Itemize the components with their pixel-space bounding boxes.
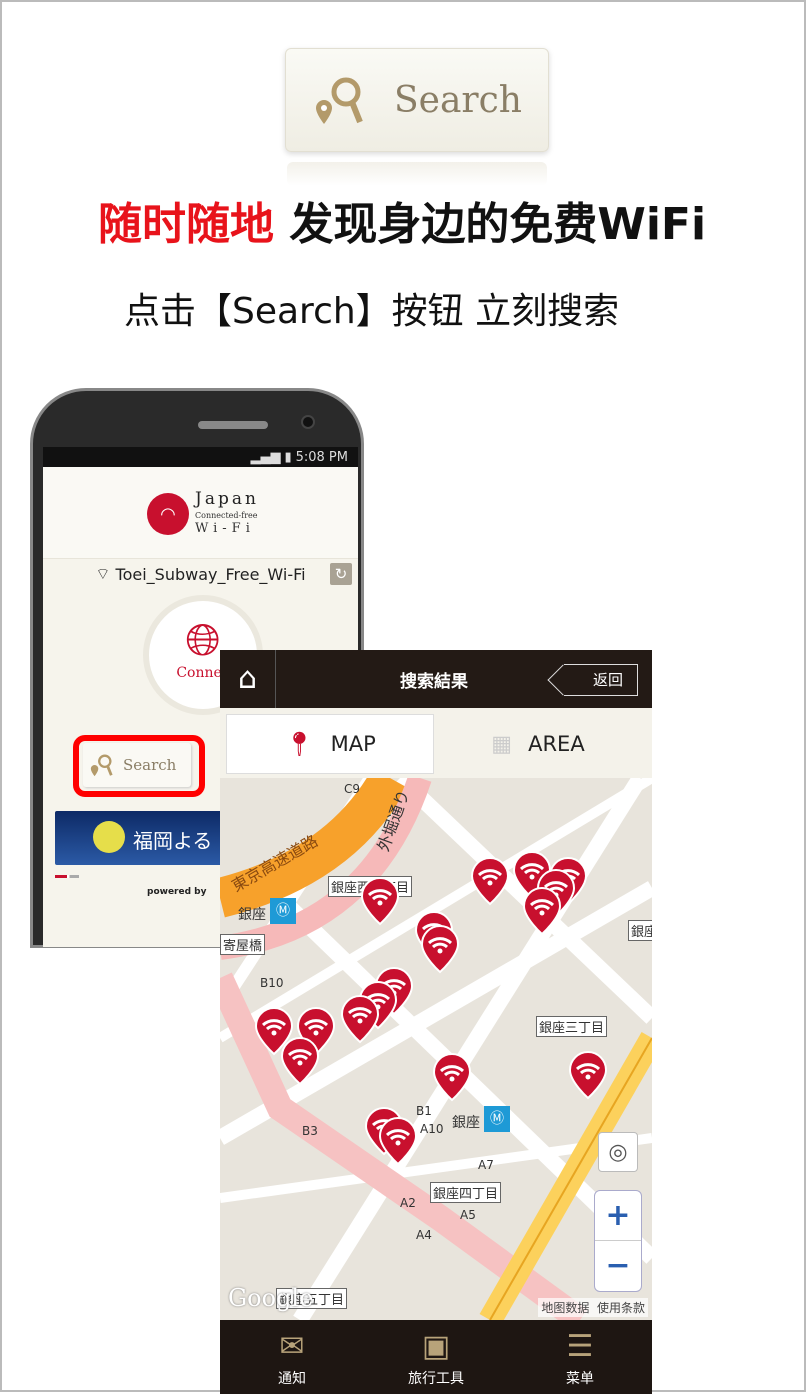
logo-text-japan: Japan	[195, 489, 259, 509]
promo-search-label: Search	[394, 79, 522, 121]
metro-icon: Ⓜ	[484, 1106, 510, 1132]
nav-label: 通知	[278, 1371, 306, 1387]
wifi-icon: ⌔	[95, 564, 116, 583]
map-label: A10	[420, 1122, 444, 1136]
map-data-link[interactable]: 地图数据	[541, 1301, 589, 1315]
status-time: 5:08 PM	[295, 449, 348, 465]
search-location-icon	[316, 77, 363, 124]
ssid-label: Toei_Subway_Free_Wi-Fi	[115, 564, 306, 584]
banner-text: 福岡よる	[133, 829, 213, 853]
tab-area-label: AREA	[528, 732, 585, 756]
menu-list-icon: ☰	[566, 1329, 594, 1364]
headline-red: 随时随地	[98, 199, 274, 250]
map-attribution: 地图数据 使用条款	[538, 1298, 648, 1317]
speaker-grille	[198, 421, 268, 429]
camera	[301, 415, 315, 429]
back-button[interactable]: 返回	[564, 664, 638, 696]
nav-travel-tools[interactable]: ▣ 旅行工具	[364, 1320, 508, 1394]
search-button[interactable]: Search	[83, 743, 191, 787]
map-label: B1	[416, 1104, 432, 1118]
grid-icon: ▦	[491, 731, 513, 757]
terms-link[interactable]: 使用条款	[597, 1301, 645, 1315]
wifi-pin-icon[interactable]	[522, 886, 562, 936]
home-icon[interactable]: ⌂	[220, 650, 276, 708]
map-label: B10	[260, 976, 284, 990]
wifi-pin-icon[interactable]	[432, 1052, 472, 1102]
search-location-icon	[90, 754, 113, 777]
ssid-row: ⌔ Toei_Subway_Free_Wi-Fi ↻	[43, 559, 358, 589]
wifi-pin-icon[interactable]	[470, 856, 510, 906]
google-logo: Google	[228, 1284, 314, 1312]
tab-map[interactable]: 📍︎ MAP	[226, 714, 434, 774]
refresh-icon[interactable]: ↻	[330, 563, 352, 585]
wifi-pin-icon[interactable]	[568, 1050, 608, 1100]
page-title: 搜索結果	[400, 671, 468, 692]
logo-text-connected: Connected-free	[195, 511, 258, 520]
headline: 随时随地 发现身边的免费WiFi	[98, 188, 706, 252]
map-label: B3	[302, 1124, 318, 1138]
map-label: A4	[416, 1228, 432, 1242]
moon-image	[93, 821, 125, 853]
logo-text-wifi: Wi-Fi	[195, 521, 255, 536]
map-label: 銀座四丁目	[430, 1182, 502, 1203]
map-label: 銀座三丁目	[536, 1016, 608, 1037]
wifi-pin-icon[interactable]	[280, 1036, 320, 1086]
my-location-button[interactable]: ◎	[598, 1132, 638, 1172]
headline-black: 发现身边的免费WiFi	[274, 199, 707, 250]
map-label: C9	[344, 782, 361, 796]
tab-map-label: MAP	[330, 732, 376, 756]
powered-by: powered by	[147, 887, 207, 897]
zoom-out-button[interactable]: −	[595, 1241, 641, 1291]
signal-icon: ▂▄▆	[250, 449, 281, 465]
map-label: A7	[478, 1158, 494, 1172]
map-label: 銀座	[628, 920, 652, 941]
zoom-control: + −	[594, 1190, 642, 1292]
nav-label: 旅行工具	[408, 1371, 464, 1387]
wifi-pin-icon[interactable]	[340, 994, 380, 1044]
wifi-pin-icon[interactable]	[420, 924, 460, 974]
metro-icon: Ⓜ	[270, 898, 296, 924]
zoom-in-button[interactable]: +	[595, 1191, 641, 1241]
map-label: 銀座	[452, 1115, 480, 1131]
nav-notifications[interactable]: ✉ 通知	[220, 1320, 364, 1394]
map-label: A2	[400, 1196, 416, 1210]
subline: 点击【Search】按钮 立刻搜索	[124, 291, 620, 332]
search-results-screen: ⌂ 搜索結果 返回 📍︎ MAP ▦ AREA C9 外堀通り 東京高速道路 銀座西…	[220, 650, 652, 1394]
tab-area[interactable]: ▦ AREA	[434, 714, 642, 774]
suitcase-icon: ▣	[421, 1329, 451, 1364]
header-bar: ⌂ 搜索結果 返回	[220, 650, 652, 708]
map-label: 銀座	[238, 907, 266, 923]
carousel-dots[interactable]	[55, 875, 79, 878]
wifi-pin-icon[interactable]	[378, 1116, 418, 1166]
nav-label: 菜单	[566, 1371, 594, 1387]
nav-menu[interactable]: ☰ 菜单	[508, 1320, 652, 1394]
battery-icon: ▮	[284, 449, 292, 465]
mail-icon: ✉	[279, 1329, 305, 1364]
wifi-pin-icon[interactable]	[360, 876, 400, 926]
map-label: A5	[460, 1208, 476, 1222]
promo-search-button: Search	[285, 48, 549, 152]
button-reflection	[287, 162, 547, 186]
map-view[interactable]: C9 外堀通り 東京高速道路 銀座西二丁目 銀座 Ⓜ 寄屋橋 B10 銀座三丁目…	[220, 778, 652, 1320]
map-label: 寄屋橋	[220, 934, 266, 955]
bottom-nav: ✉ 通知 ▣ 旅行工具 ☰ 菜单	[220, 1320, 652, 1394]
view-tabs: 📍︎ MAP ▦ AREA	[220, 708, 652, 778]
search-label: Search	[123, 756, 177, 774]
status-bar: ▂▄▆ ▮ 5:08 PM	[43, 447, 358, 467]
wifi-logo-icon: ◠	[147, 493, 189, 535]
app-logo: ◠ Japan Connected-free Wi-Fi	[43, 467, 358, 559]
map-pin-icon: 📍︎	[284, 730, 315, 758]
